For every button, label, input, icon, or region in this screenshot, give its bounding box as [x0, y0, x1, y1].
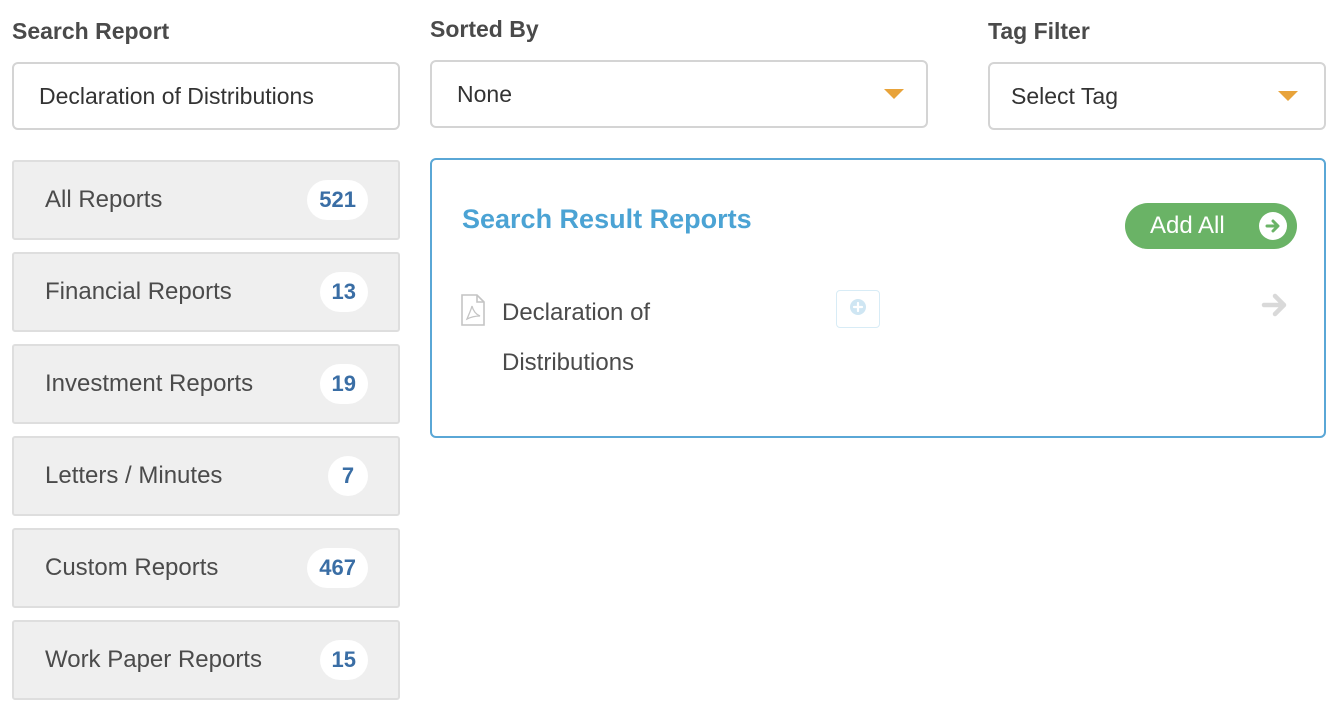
- search-report-label: Search Report: [12, 18, 170, 44]
- chevron-down-icon: [884, 89, 904, 99]
- search-input-value: Declaration of Distributions: [39, 82, 314, 109]
- arrow-right-icon[interactable]: [1260, 290, 1290, 325]
- count-badge: 7: [328, 456, 368, 496]
- tag-filter-select[interactable]: Select Tag: [988, 62, 1326, 130]
- add-all-button[interactable]: Add All: [1125, 203, 1297, 249]
- report-name-line2: Distributions: [502, 349, 635, 376]
- tag-filter-value: Select Tag: [1011, 82, 1118, 109]
- category-label: Investment Reports: [45, 370, 254, 397]
- category-label: Letters / Minutes: [45, 462, 223, 489]
- plus-circle-icon: [849, 298, 867, 321]
- count-badge: 13: [319, 272, 368, 312]
- count-badge: 19: [319, 364, 368, 404]
- search-results-panel: Search Result Reports Add All Declaratio…: [430, 158, 1326, 438]
- search-results-title: Search Result Reports: [462, 204, 752, 234]
- category-all-reports[interactable]: All Reports 521: [12, 160, 400, 240]
- category-letters-minutes[interactable]: Letters / Minutes 7: [12, 436, 400, 516]
- category-label: Work Paper Reports: [45, 646, 262, 673]
- count-badge: 521: [307, 180, 368, 220]
- category-financial-reports[interactable]: Financial Reports 13: [12, 252, 400, 332]
- report-name-line1: Declaration of: [502, 299, 651, 326]
- category-custom-reports[interactable]: Custom Reports 467: [12, 528, 400, 608]
- add-report-button[interactable]: [836, 290, 880, 328]
- report-name[interactable]: Declaration of Distributions: [502, 288, 732, 388]
- list-item: Declaration of Distributions: [460, 288, 1300, 388]
- category-label: Custom Reports: [45, 554, 219, 581]
- category-investment-reports[interactable]: Investment Reports 19: [12, 344, 400, 424]
- add-all-label: Add All: [1150, 212, 1225, 239]
- category-work-paper-reports[interactable]: Work Paper Reports 15: [12, 620, 400, 700]
- chevron-down-icon: [1278, 91, 1298, 101]
- search-input[interactable]: Declaration of Distributions: [12, 62, 400, 130]
- sorted-by-label: Sorted By: [430, 16, 539, 42]
- pdf-file-icon: [460, 294, 486, 331]
- tag-filter-label: Tag Filter: [988, 18, 1090, 44]
- count-badge: 467: [307, 548, 368, 588]
- sort-select[interactable]: None: [430, 60, 928, 128]
- category-label: All Reports: [45, 186, 163, 213]
- count-badge: 15: [319, 640, 368, 680]
- sort-select-value: None: [457, 80, 512, 107]
- category-label: Financial Reports: [45, 278, 232, 305]
- arrow-circle-right-icon: [1259, 212, 1287, 240]
